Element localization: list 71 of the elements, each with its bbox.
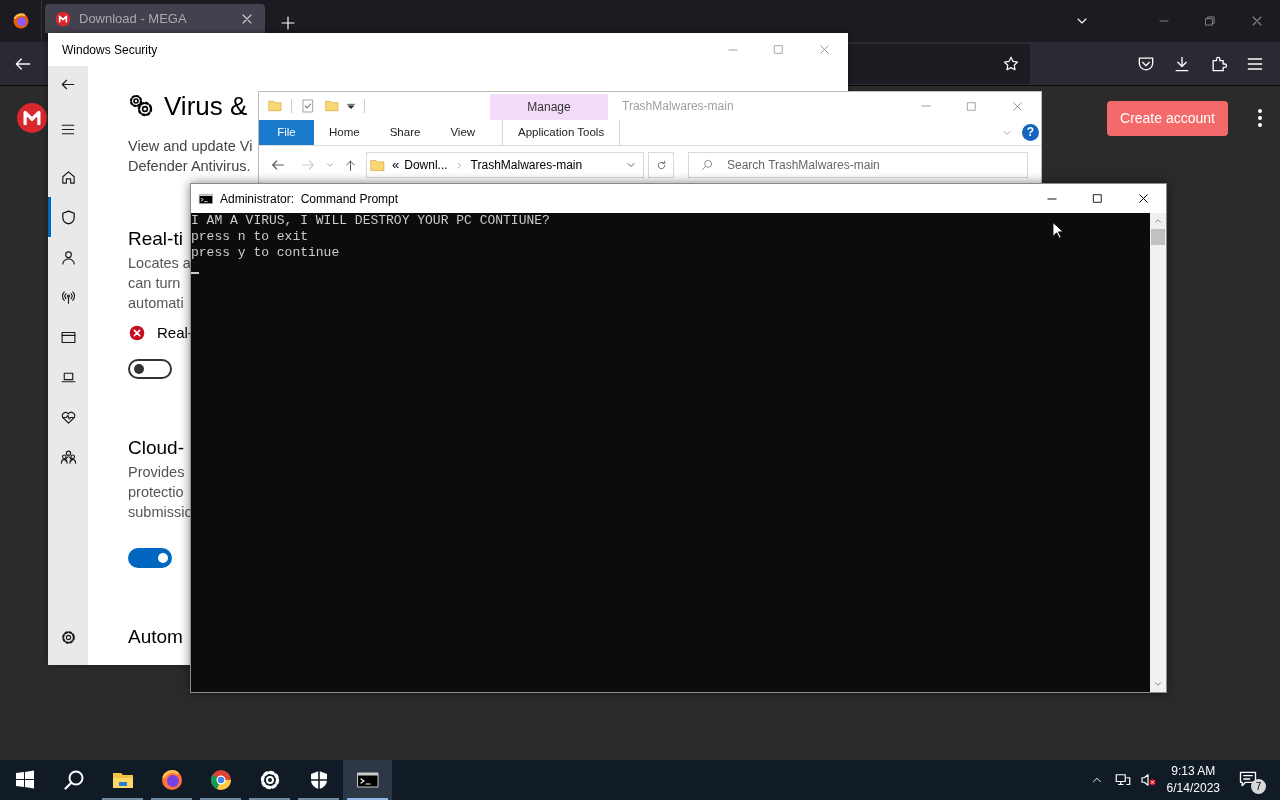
scroll-thumb[interactable] bbox=[1151, 229, 1165, 245]
description-text: View and update Vi bbox=[128, 137, 253, 156]
ribbon-tab[interactable]: Home bbox=[314, 120, 375, 145]
breadcrumb[interactable]: Downl... bbox=[404, 156, 448, 174]
pointer-icon bbox=[1052, 221, 1064, 240]
back-icon[interactable] bbox=[270, 157, 286, 173]
description-text: protectio bbox=[128, 483, 185, 502]
mega-logo-icon[interactable] bbox=[17, 103, 47, 133]
person-icon bbox=[59, 248, 77, 266]
scrollbar[interactable] bbox=[1150, 213, 1166, 692]
console-line: press n to exit bbox=[191, 229, 309, 245]
firefox-icon bbox=[159, 768, 184, 792]
clock-date[interactable]: 6/14/2023 bbox=[1166, 780, 1220, 797]
search-icon bbox=[61, 768, 86, 792]
search-icon bbox=[700, 158, 714, 172]
browser-tab[interactable]: Download - MEGA bbox=[45, 4, 265, 33]
properties-icon[interactable] bbox=[300, 98, 316, 114]
dropdown-icon[interactable] bbox=[346, 101, 356, 111]
breadcrumb[interactable]: TrashMalwares-main bbox=[470, 156, 583, 174]
toggle-switch[interactable] bbox=[128, 548, 172, 568]
window-title: Windows Security bbox=[62, 41, 159, 59]
chrome-icon bbox=[208, 768, 233, 792]
notification-icon[interactable] bbox=[1238, 769, 1258, 789]
section-heading: Autom bbox=[128, 625, 183, 649]
address-bar[interactable]: « Downl... TrashMalwares-main bbox=[366, 152, 644, 178]
page-heading: Virus & bbox=[164, 90, 248, 122]
clock-time[interactable]: 9:13 AM bbox=[1171, 763, 1216, 780]
error-icon bbox=[129, 325, 145, 341]
antenna-icon bbox=[59, 288, 77, 306]
mega-favicon-icon bbox=[55, 10, 71, 27]
ribbon-tab[interactable]: File bbox=[259, 120, 314, 145]
description-text: can turn bbox=[128, 274, 182, 293]
gears-icon bbox=[128, 94, 154, 118]
search-field[interactable]: Search TrashMalwares-main bbox=[688, 152, 1028, 178]
console-line: I AM A VIRUS, I WILL DESTROY YOUR PC CONTIUNE? bbox=[191, 213, 550, 229]
browser-logo-icon[interactable] bbox=[11, 12, 30, 30]
description-text: automati bbox=[128, 294, 185, 313]
help-button[interactable]: ? bbox=[1022, 124, 1039, 141]
star-icon[interactable] bbox=[1002, 54, 1020, 73]
ribbon-tab[interactable]: Application Tools bbox=[502, 120, 621, 145]
ribbon-tab[interactable]: View bbox=[435, 120, 491, 145]
family-icon bbox=[59, 448, 77, 466]
close-icon[interactable] bbox=[1136, 191, 1151, 206]
taskbar-app-button[interactable] bbox=[343, 760, 392, 800]
overflow-chevron[interactable]: « bbox=[392, 155, 400, 175]
tab-title: Download - MEGA bbox=[79, 9, 188, 28]
status-text: Real- bbox=[157, 322, 193, 343]
settings-icon bbox=[59, 628, 77, 646]
maximize-icon[interactable] bbox=[1091, 192, 1104, 205]
description-text: submissio bbox=[128, 503, 193, 522]
new-tab-icon[interactable] bbox=[279, 14, 297, 32]
up-icon[interactable] bbox=[343, 157, 358, 173]
volume-muted-icon[interactable] bbox=[1138, 771, 1157, 789]
home-icon bbox=[59, 168, 77, 186]
text-cursor bbox=[191, 272, 199, 274]
description-text: Locates a bbox=[128, 254, 191, 273]
notification-count: 7 bbox=[1251, 779, 1266, 794]
context-tab-label: Manage bbox=[490, 94, 608, 120]
description-text: Provides bbox=[128, 463, 186, 482]
window-title: Administrator: Command Prompt bbox=[220, 190, 400, 208]
console-line: press y to continue bbox=[191, 245, 340, 261]
restore-icon[interactable] bbox=[1203, 14, 1217, 28]
window-title: TrashMalwares-main bbox=[622, 98, 735, 115]
description-text: Defender Antivirus. bbox=[128, 157, 252, 176]
more-options-icon[interactable] bbox=[1257, 108, 1263, 128]
shield-icon bbox=[59, 208, 77, 226]
toggle-switch[interactable] bbox=[128, 359, 172, 379]
refresh-button[interactable] bbox=[648, 152, 674, 178]
section-heading: Real-ti bbox=[128, 227, 183, 251]
ribbon-tab[interactable]: Share bbox=[374, 120, 436, 145]
section-heading: Cloud- bbox=[128, 436, 184, 460]
